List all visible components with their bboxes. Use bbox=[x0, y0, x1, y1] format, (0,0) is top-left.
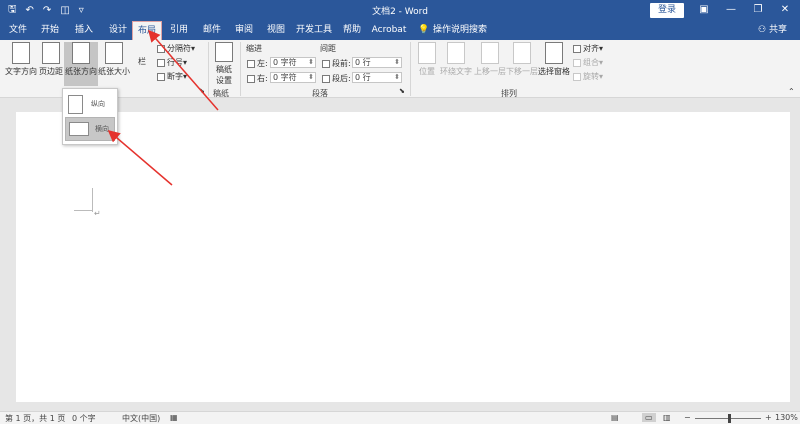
zoom-in-icon[interactable]: + bbox=[765, 413, 772, 422]
macro-record-icon[interactable]: ▦ bbox=[170, 413, 178, 422]
word-count[interactable]: 0 个字 bbox=[72, 413, 96, 424]
page-info[interactable]: 第 1 页，共 1 页 bbox=[5, 413, 65, 424]
status-bar: 第 1 页，共 1 页 0 个字 中文(中国) ▦ ▤ ▭ ▥ − + 130% bbox=[0, 411, 800, 424]
arrow-to-layout-tab bbox=[148, 29, 219, 111]
arrow-to-landscape-option bbox=[107, 130, 173, 186]
web-layout-icon[interactable]: ▥ bbox=[663, 413, 671, 422]
zoom-slider-thumb[interactable] bbox=[728, 414, 731, 423]
language[interactable]: 中文(中国) bbox=[122, 413, 160, 424]
zoom-level[interactable]: 130% bbox=[775, 413, 798, 422]
zoom-out-icon[interactable]: − bbox=[684, 413, 691, 422]
annotation-arrows bbox=[107, 29, 219, 186]
focus-mode-icon[interactable]: ▤ bbox=[611, 413, 619, 422]
print-layout-icon[interactable]: ▭ bbox=[642, 413, 656, 422]
